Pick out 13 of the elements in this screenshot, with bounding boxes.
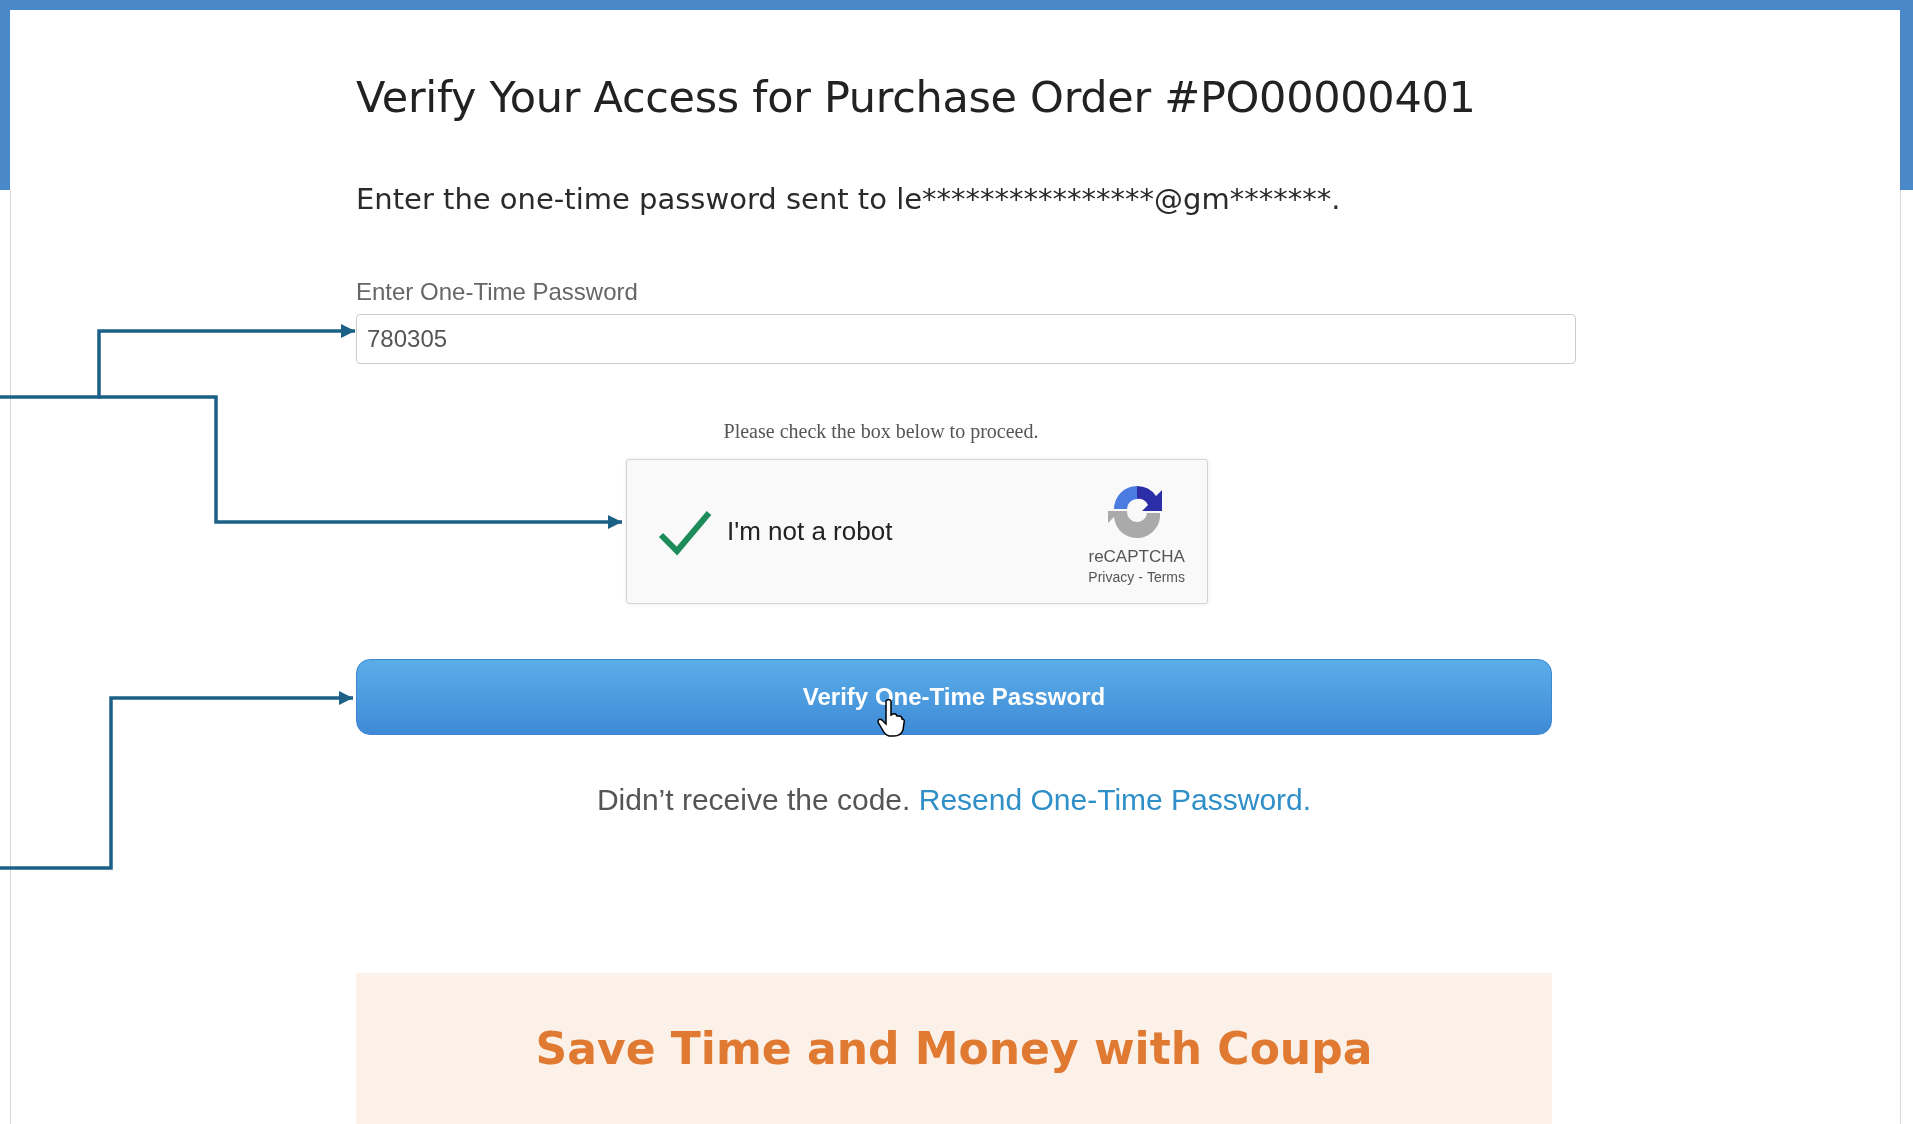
captcha-brand: reCAPTCHA [1088,546,1185,567]
input-field[interactable]: 780305 [356,314,1576,364]
captcha-label: I'm not a robot [727,516,894,547]
banner-title: Save Time and Money with Coupa [535,1023,1373,1076]
resend-text: Didn’t receive the code. Resend One-Time Password. [595,783,1313,817]
resend-link[interactable]: Resend One-Time Password. [918,783,1312,816]
privacy-link[interactable]: Privacy [1088,568,1135,585]
captcha-prompt: Please check the box below to proceed. [723,420,1039,443]
page-title: Verify Your Access for Purchase Order #PO00000401 [356,72,1477,122]
instruction-text: Enter the one-time password sent to le****************@gm*******. [356,182,1342,216]
terms-link[interactable]: Terms [1146,568,1185,585]
separator-text: - [1138,568,1143,585]
field-label: Enter One-Time Password [356,278,639,306]
